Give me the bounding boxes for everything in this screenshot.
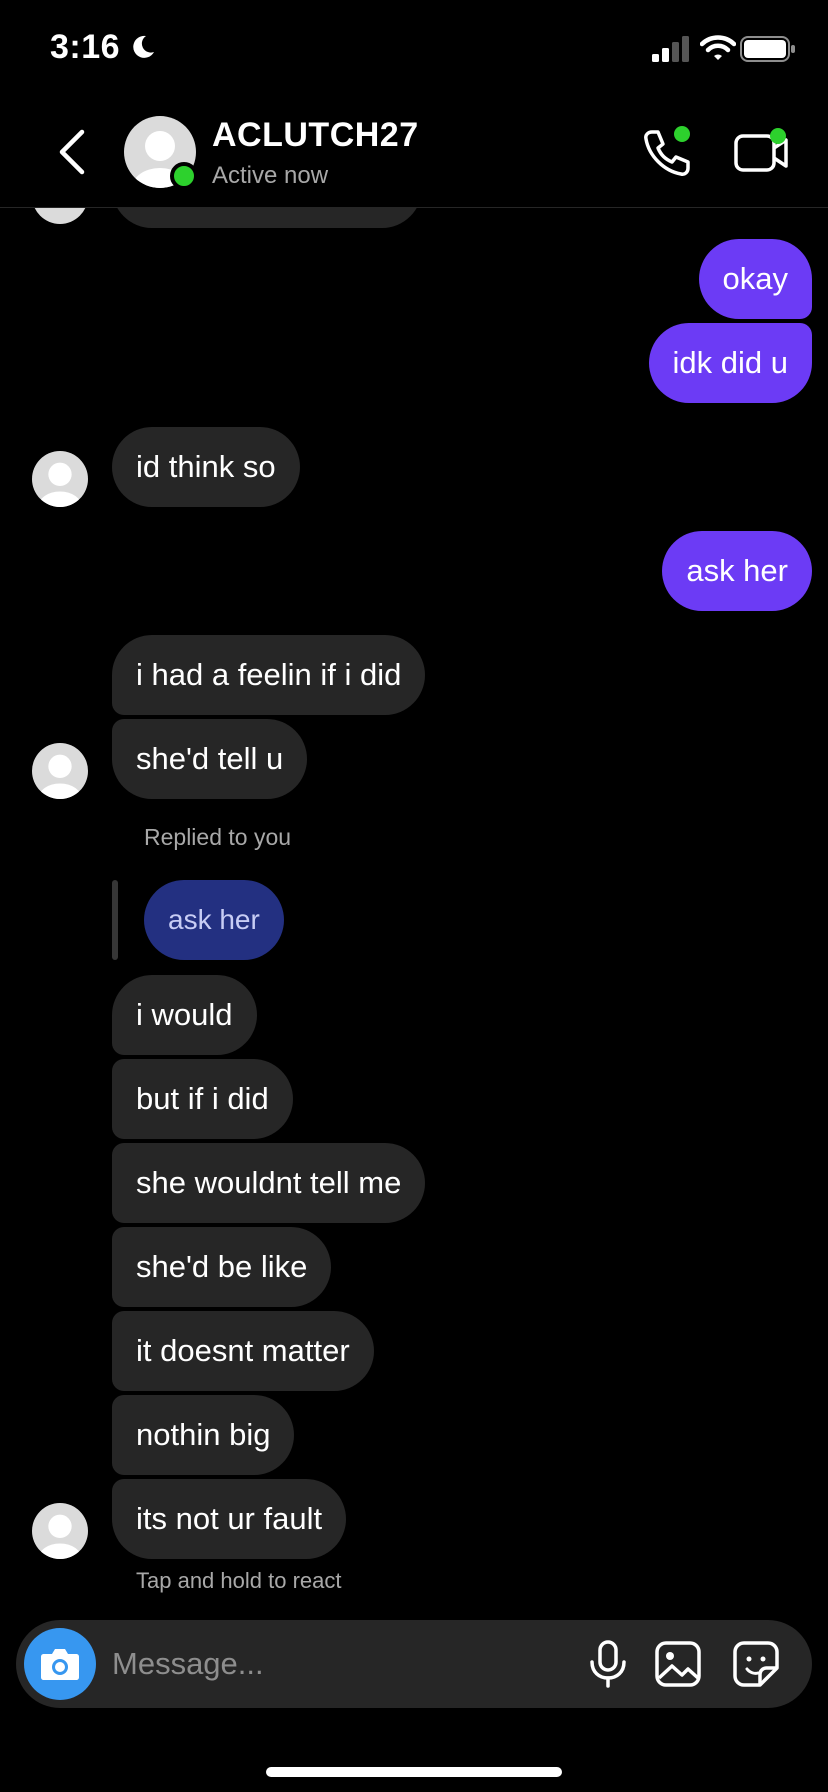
contact-name[interactable]: ACLUTCH27 — [212, 116, 419, 155]
message-input[interactable] — [112, 1620, 572, 1708]
message-bubble-incoming[interactable]: it doesnt matter — [112, 1311, 374, 1391]
contact-avatar-small — [32, 1503, 88, 1559]
moon-icon — [133, 35, 154, 58]
user-silhouette-icon — [38, 1514, 82, 1559]
contact-active-status: Active now — [212, 162, 329, 189]
home-indicator[interactable] — [266, 1767, 562, 1777]
voice-call-button[interactable] — [638, 124, 694, 180]
sticker-icon — [733, 1641, 779, 1687]
camera-icon — [41, 1649, 79, 1680]
message-bubble-outgoing[interactable]: okay — [698, 239, 812, 319]
microphone-icon — [590, 1640, 626, 1688]
video-call-button[interactable] — [732, 124, 794, 180]
status-bar: 3:16 — [0, 0, 828, 100]
user-silhouette-icon — [38, 754, 82, 799]
online-status-dot — [170, 162, 198, 190]
message-bubble-incoming[interactable]: i had a feelin if i did — [112, 635, 426, 715]
chat-header: ACLUTCH27 Active now — [0, 100, 828, 208]
message-bubble-incoming[interactable]: id think so — [112, 427, 300, 507]
message-bubble-incoming[interactable]: i would — [112, 975, 257, 1055]
contact-avatar-small — [32, 208, 88, 224]
message-composer — [16, 1620, 812, 1708]
video-badge — [770, 128, 786, 144]
reply-indicator-bar — [112, 880, 118, 960]
user-silhouette-icon — [38, 462, 82, 507]
contact-avatar-small — [32, 451, 88, 507]
message-bubble-incoming[interactable]: she'd be like — [112, 1227, 332, 1307]
chevron-left-icon[interactable] — [52, 126, 92, 178]
replied-to-you-label: Replied to you — [144, 824, 292, 850]
call-badge — [674, 126, 690, 142]
gallery-icon — [655, 1641, 701, 1687]
camera-button[interactable] — [24, 1628, 96, 1700]
message-bubble-incoming[interactable]: nothin big — [112, 1395, 295, 1475]
message-bubble-incoming[interactable]: she'd tell u — [112, 719, 308, 799]
cellular-signal-icon — [652, 36, 689, 62]
gallery-button[interactable] — [652, 1638, 704, 1690]
status-time: 3:16 — [50, 28, 121, 66]
microphone-button[interactable] — [582, 1638, 634, 1690]
message-thread[interactable]: okay idk did u id think so ask her i had… — [0, 208, 828, 1608]
message-bubble-outgoing[interactable]: ask her — [662, 531, 812, 611]
message-bubble-outgoing[interactable]: idk did u — [648, 323, 812, 403]
quoted-message[interactable]: ask her — [144, 880, 284, 960]
message-bubble-incoming[interactable]: she wouldnt tell me — [112, 1143, 426, 1223]
battery-icon — [740, 36, 795, 62]
tap-and-hold-hint: Tap and hold to react — [136, 1568, 342, 1593]
wifi-icon — [700, 35, 736, 60]
contact-avatar-small — [32, 743, 88, 799]
message-bubble-incoming-partial[interactable] — [112, 208, 422, 228]
message-bubble-incoming[interactable]: its not ur fault — [112, 1479, 347, 1559]
sticker-button[interactable] — [730, 1638, 782, 1690]
message-bubble-incoming[interactable]: but if i did — [112, 1059, 293, 1139]
